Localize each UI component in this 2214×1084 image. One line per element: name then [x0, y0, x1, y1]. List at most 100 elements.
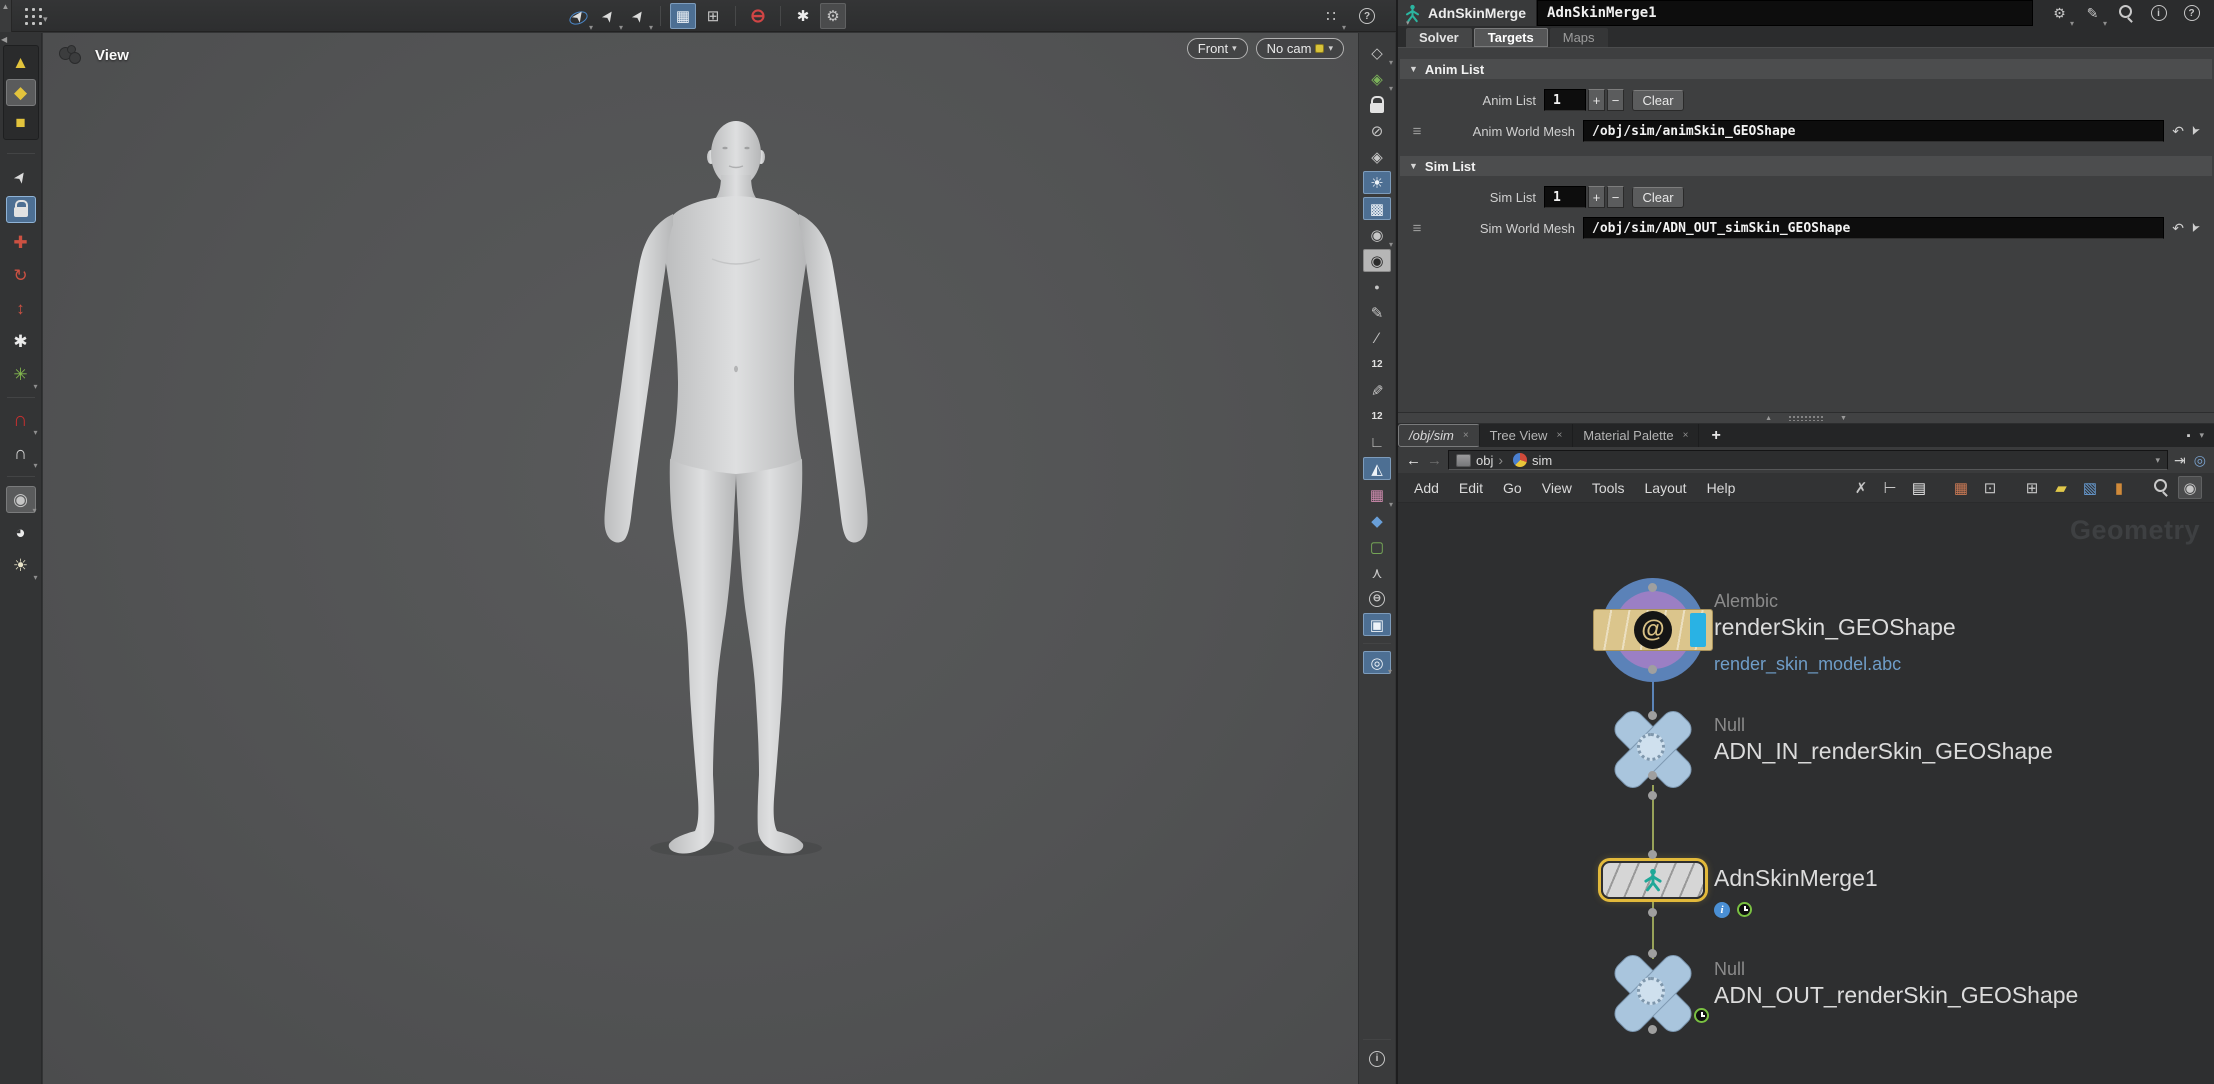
tab[interactable]: Solver: [1406, 28, 1472, 47]
sim-count-input[interactable]: 1: [1544, 186, 1586, 208]
transform-tool-icon[interactable]: ➤: [625, 3, 651, 29]
select-tool-icon[interactable]: ➤: [595, 3, 621, 29]
menu-edit[interactable]: Edit: [1449, 480, 1493, 496]
forward-button[interactable]: →: [1427, 452, 1442, 469]
display-prim-numbers-icon[interactable]: 12: [1363, 405, 1391, 428]
hide-other-objects-icon[interactable]: ⊖: [745, 3, 771, 29]
quickview-icon[interactable]: ◉: [2178, 476, 2202, 499]
display-point-normals-icon[interactable]: ∕: [1363, 327, 1391, 350]
visualizers-menu-icon[interactable]: ⊖: [1363, 587, 1391, 610]
snap-magnet-icon[interactable]: ∩: [6, 407, 36, 434]
select-mode-components-icon[interactable]: ◆: [6, 79, 36, 106]
sim-clear-button[interactable]: Clear: [1632, 187, 1684, 208]
anim-count-input[interactable]: 1: [1544, 89, 1586, 111]
viewport-pane-label[interactable]: View: [59, 45, 129, 65]
list-pane-icon[interactable]: ▤: [1907, 476, 1931, 499]
sim-list-section-header[interactable]: ▼ Sim List: [1400, 156, 2212, 176]
help-icon[interactable]: ?: [1354, 3, 1380, 29]
new-tab-button[interactable]: +: [1699, 424, 1732, 447]
connector-dot[interactable]: [1648, 850, 1657, 859]
pose-tool-icon[interactable]: ✱: [6, 328, 36, 355]
connector-dot[interactable]: [1648, 771, 1657, 780]
revert-icon[interactable]: ↶: [2172, 123, 2184, 140]
info-badge-icon[interactable]: i: [1714, 902, 1730, 918]
display-prim-hooks-icon[interactable]: ✎: [1363, 379, 1391, 402]
anim-count-increment-button[interactable]: +: [1588, 89, 1605, 111]
menu-add[interactable]: Add: [1404, 480, 1449, 496]
pane-scroll-up[interactable]: ▲: [0, 0, 12, 32]
dots-layout-icon[interactable]: ⊡: [1978, 476, 2002, 499]
network-tab[interactable]: Material Palette ×: [1573, 424, 1699, 447]
help-icon[interactable]: ?: [2179, 2, 2204, 25]
grid-layout-icon[interactable]: ▦: [1949, 476, 1973, 499]
select-mode-prims-icon[interactable]: ■: [6, 109, 36, 136]
connector-dot[interactable]: [1648, 711, 1657, 720]
rotate-tool-icon[interactable]: ↻: [6, 262, 36, 289]
anim-clear-button[interactable]: Clear: [1632, 90, 1684, 111]
tab[interactable]: Maps: [1550, 28, 1608, 47]
tree-pane-icon[interactable]: ⊢: [1878, 476, 1902, 499]
brush-icon[interactable]: ✎: [2080, 2, 2105, 25]
normal-lighting-icon[interactable]: ☀: [1363, 171, 1391, 194]
node-type-chip[interactable]: AdnSkinMerge ▾: [1398, 0, 1537, 26]
connector-dot[interactable]: [1648, 665, 1657, 674]
viewport-3d[interactable]: View Front ▾ No cam ▾: [43, 33, 1358, 1084]
toolbar-separator[interactable]: [780, 6, 781, 26]
hq-lighting-icon[interactable]: ▩: [1363, 197, 1391, 220]
follow-network-icon[interactable]: ◎: [2194, 452, 2206, 469]
snap-point-magnet-icon[interactable]: ∩: [6, 440, 36, 467]
toolbar-menu-grip[interactable]: ▾: [22, 5, 48, 25]
menu-layout[interactable]: Layout: [1635, 480, 1697, 496]
display-options-eye-icon[interactable]: ◉: [1363, 249, 1391, 272]
anim-count-decrement-button[interactable]: −: [1607, 89, 1624, 111]
toolbar-separator[interactable]: [660, 6, 661, 26]
visualize-eye-icon[interactable]: ◉: [1363, 223, 1391, 246]
network-tab[interactable]: Tree View ×: [1480, 424, 1574, 447]
display-groups-icon[interactable]: ▢: [1363, 535, 1391, 558]
back-button[interactable]: ←: [1406, 452, 1421, 469]
connector-dot[interactable]: [1648, 583, 1657, 592]
display-normals-icon[interactable]: ◭: [1363, 457, 1391, 480]
headlight-icon[interactable]: ◈: [1363, 145, 1391, 168]
translate-tool-icon[interactable]: ✚: [6, 229, 36, 256]
time-dependent-badge-icon[interactable]: [1737, 902, 1752, 917]
row-menu-icon[interactable]: ≡: [1406, 123, 1428, 140]
node-picker-icon[interactable]: ➤: [2186, 123, 2203, 138]
secure-selection-lock-icon[interactable]: [6, 196, 36, 223]
info-icon[interactable]: i: [2146, 2, 2171, 25]
display-textures-icon[interactable]: ▦: [1363, 483, 1391, 506]
display-point-numbers-icon[interactable]: 12: [1363, 353, 1391, 376]
wire-dot[interactable]: [1648, 791, 1657, 800]
node-null-out-icon[interactable]: [1605, 955, 1701, 1031]
breadcrumb-segment[interactable]: sim: [1493, 452, 1552, 468]
path-breadcrumb-field[interactable]: obj sim ▾: [1448, 450, 2168, 470]
display-options-icon[interactable]: ⚙: [820, 3, 846, 29]
time-dependent-badge-icon[interactable]: [1694, 1008, 1709, 1023]
camera-dropdown[interactable]: No cam ▾: [1256, 38, 1344, 59]
network-editor-canvas[interactable]: Geometry @ Alembic ren: [1398, 503, 2214, 1084]
menu-tools[interactable]: Tools: [1582, 480, 1635, 496]
light-tool-icon[interactable]: ☀: [6, 552, 36, 579]
sim-count-decrement-button[interactable]: −: [1607, 186, 1624, 208]
network-tab[interactable]: /obj/sim ×: [1398, 424, 1480, 447]
pin-path-icon[interactable]: ⇥: [2174, 452, 2186, 469]
select-arrow-icon[interactable]: ➤: [6, 163, 36, 190]
link-editor-icon[interactable]: ∷: [1318, 3, 1344, 29]
node-picker-icon[interactable]: ➤: [2186, 220, 2203, 235]
camera-tool-icon[interactable]: ◉: [6, 486, 36, 513]
node-file-link[interactable]: render_skin_model.abc: [1714, 654, 1956, 675]
background-image-icon[interactable]: ▧: [2078, 476, 2102, 499]
search-icon[interactable]: [2113, 2, 2138, 25]
pane-menu-icon[interactable]: ▾: [2199, 430, 2204, 441]
connector-dot[interactable]: [1648, 1025, 1657, 1034]
select-mode-objects-icon[interactable]: ▲: [6, 49, 36, 76]
close-icon[interactable]: ×: [1556, 430, 1562, 441]
show-handles-icon[interactable]: ▦: [670, 3, 696, 29]
shade-mode-icon[interactable]: ◇: [1363, 41, 1391, 64]
smooth-wire-icon[interactable]: ◈: [1363, 67, 1391, 90]
breadcrumb-segment[interactable]: obj: [1456, 453, 1493, 468]
handles-axis-icon[interactable]: ✳: [6, 361, 36, 388]
tab[interactable]: Targets: [1474, 28, 1548, 47]
view-direction-dropdown[interactable]: Front ▾: [1187, 38, 1248, 59]
menu-go[interactable]: Go: [1493, 480, 1532, 496]
